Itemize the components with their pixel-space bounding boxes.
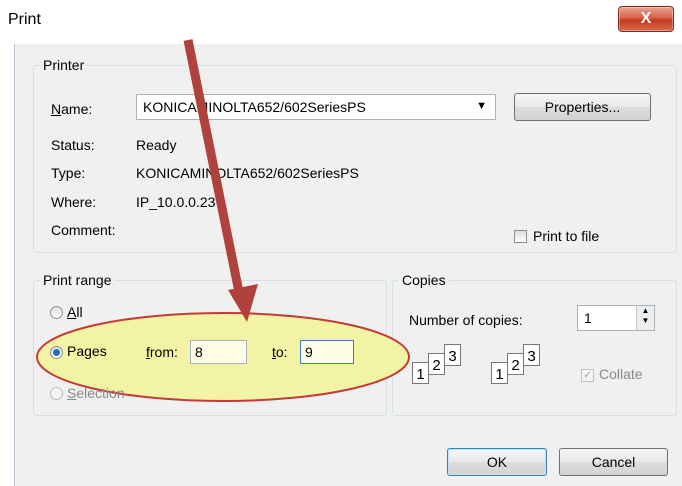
arrow-head: [228, 284, 258, 322]
annotation-arrow: [183, 39, 258, 322]
print-dialog: Print X Printer Name: KONICAMINOLTA652/6…: [0, 0, 682, 486]
arrow-shaft: [183, 39, 246, 303]
